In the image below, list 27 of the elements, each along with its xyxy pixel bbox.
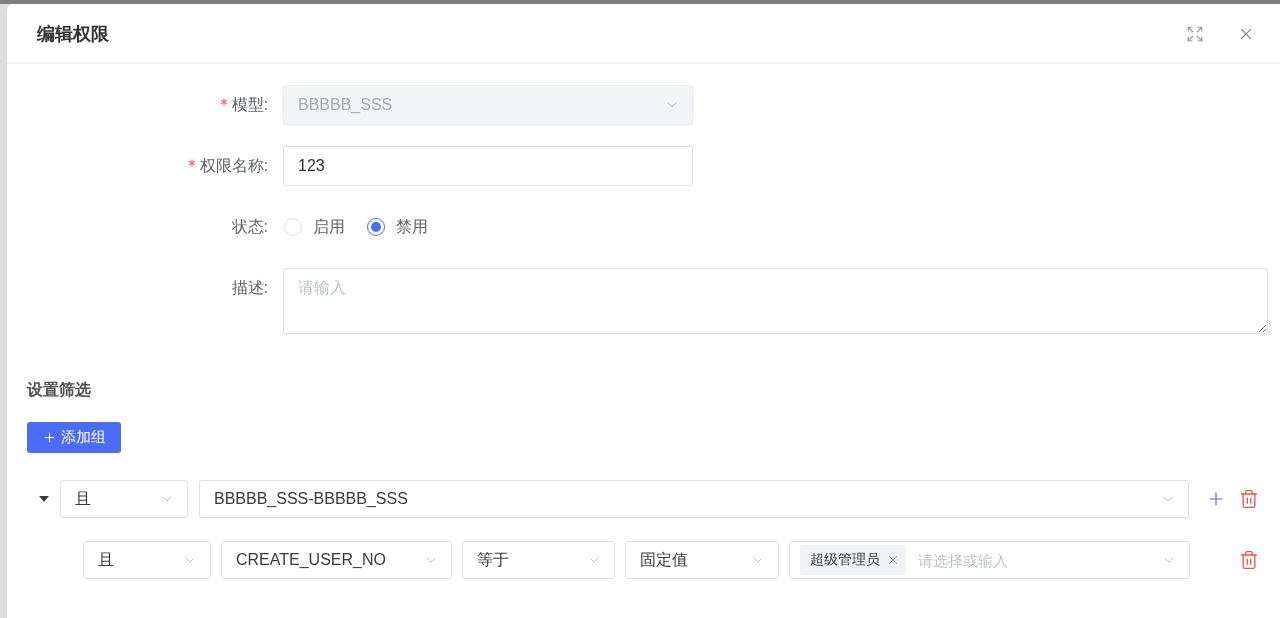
textarea-field[interactable]: 请输入: [283, 268, 1268, 334]
expand-icon[interactable]: [1186, 24, 1204, 43]
field-label: 描述:: [231, 277, 268, 298]
plus-icon: [42, 430, 57, 445]
select-field[interactable]: CREATE_USER_NO: [221, 541, 452, 579]
trash-icon[interactable]: [1239, 489, 1259, 509]
select-field[interactable]: 且: [60, 480, 188, 518]
select-field[interactable]: BBBBB_SSS-BBBBB_SSS: [199, 480, 1189, 518]
caret-icon[interactable]: [39, 496, 49, 502]
section-title: 设置筛选: [27, 380, 91, 400]
text-input[interactable]: 123: [283, 146, 693, 186]
select-field[interactable]: 且: [83, 541, 211, 579]
select-field[interactable]: 固定值: [625, 541, 779, 579]
tag-label: 超级管理员: [810, 551, 880, 569]
trash-icon[interactable]: [1239, 550, 1259, 570]
radio-label: 禁用: [396, 216, 428, 237]
field-label: 模型:: [231, 94, 268, 115]
multi-select-field[interactable]: 超级管理员 请选择或输入: [789, 541, 1190, 579]
tag-close-icon[interactable]: [886, 553, 900, 567]
dialog-title: 编辑权限: [37, 22, 109, 46]
radio-button[interactable]: [367, 218, 385, 236]
radio-label: 启用: [313, 216, 345, 237]
multi-select-input[interactable]: 请选择或输入: [916, 550, 1151, 570]
field-label: 状态:: [231, 216, 268, 237]
add-group-button[interactable]: 添加组: [27, 422, 121, 453]
select-field[interactable]: 等于: [462, 541, 615, 579]
field-label: 权限名称:: [199, 155, 268, 176]
